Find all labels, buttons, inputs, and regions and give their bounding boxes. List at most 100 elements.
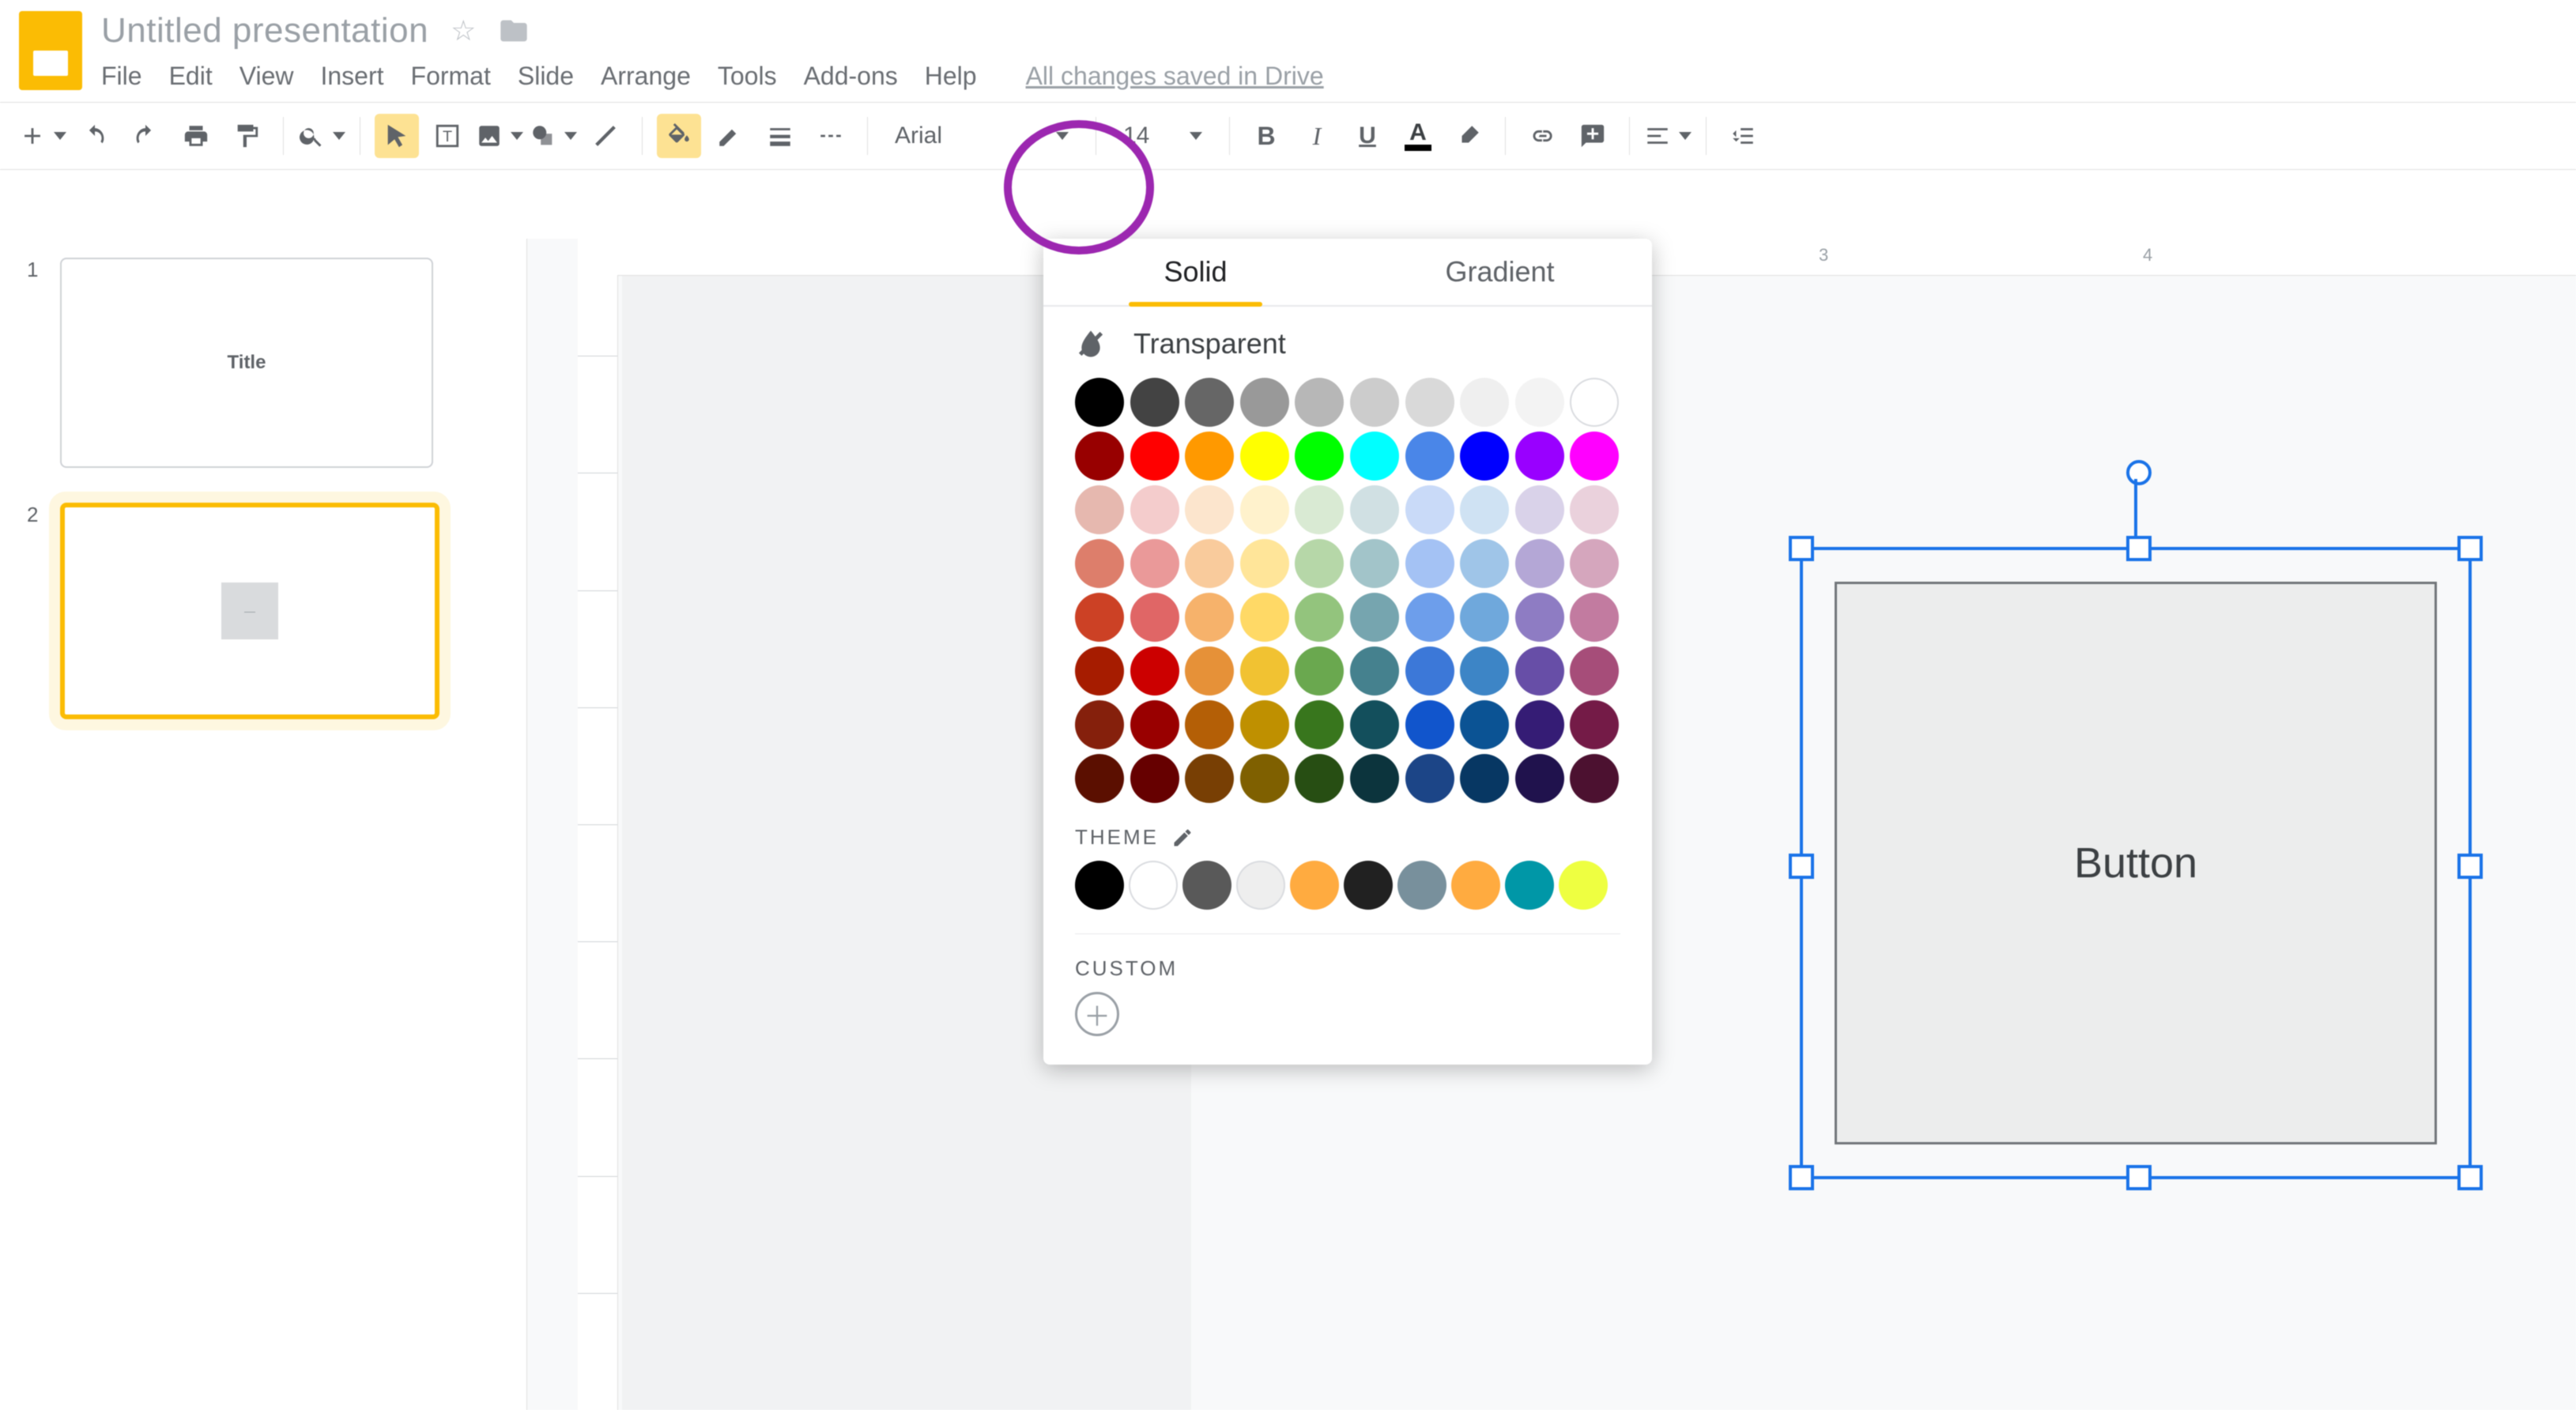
color-swatch[interactable]: [1075, 700, 1124, 749]
color-swatch[interactable]: [1240, 432, 1289, 481]
color-swatch[interactable]: [1350, 539, 1399, 588]
color-swatch[interactable]: [1130, 485, 1179, 534]
resize-handle-br[interactable]: [2457, 1165, 2483, 1190]
color-swatch[interactable]: [1130, 432, 1179, 481]
color-swatch[interactable]: [1075, 539, 1124, 588]
color-swatch[interactable]: [1350, 432, 1399, 481]
color-swatch[interactable]: [1350, 485, 1399, 534]
color-swatch[interactable]: [1350, 378, 1399, 427]
color-swatch[interactable]: [1240, 378, 1289, 427]
rotate-handle[interactable]: [2126, 460, 2152, 485]
color-swatch[interactable]: [1240, 539, 1289, 588]
resize-handle-tr[interactable]: [2457, 536, 2483, 561]
color-swatch[interactable]: [1185, 485, 1234, 534]
textbox-button[interactable]: T: [425, 114, 470, 158]
slides-logo[interactable]: [19, 11, 82, 90]
color-swatch[interactable]: [1075, 754, 1124, 803]
color-swatch[interactable]: [1570, 485, 1619, 534]
color-swatch[interactable]: [1570, 647, 1619, 696]
color-swatch[interactable]: [1295, 378, 1344, 427]
theme-color-swatch[interactable]: [1344, 861, 1393, 910]
color-swatch[interactable]: [1295, 432, 1344, 481]
color-swatch[interactable]: [1405, 647, 1454, 696]
color-swatch[interactable]: [1460, 539, 1509, 588]
color-swatch[interactable]: [1240, 485, 1289, 534]
selected-shape[interactable]: Button: [1800, 547, 2472, 1179]
resize-handle-mr[interactable]: [2457, 854, 2483, 879]
color-swatch[interactable]: [1405, 432, 1454, 481]
new-slide-button[interactable]: [19, 114, 66, 158]
color-swatch[interactable]: [1405, 700, 1454, 749]
color-swatch[interactable]: [1075, 378, 1124, 427]
color-swatch[interactable]: [1515, 593, 1564, 642]
shape-button[interactable]: [530, 114, 577, 158]
align-button[interactable]: [1644, 114, 1692, 158]
theme-color-swatch[interactable]: [1559, 861, 1608, 910]
menu-insert[interactable]: Insert: [320, 62, 383, 91]
resize-handle-bl[interactable]: [1789, 1165, 1814, 1190]
color-swatch[interactable]: [1515, 432, 1564, 481]
undo-button[interactable]: [73, 114, 117, 158]
color-swatch[interactable]: [1130, 647, 1179, 696]
color-swatch[interactable]: [1185, 432, 1234, 481]
pencil-icon[interactable]: [1171, 827, 1194, 849]
color-swatch[interactable]: [1515, 754, 1564, 803]
color-swatch[interactable]: [1295, 754, 1344, 803]
fill-color-button[interactable]: [657, 114, 701, 158]
menu-addons[interactable]: Add-ons: [804, 62, 898, 91]
color-swatch[interactable]: [1185, 593, 1234, 642]
color-swatch[interactable]: [1075, 485, 1124, 534]
color-swatch[interactable]: [1350, 754, 1399, 803]
theme-color-swatch[interactable]: [1129, 861, 1178, 910]
color-swatch[interactable]: [1460, 432, 1509, 481]
resize-handle-bm[interactable]: [2126, 1165, 2152, 1190]
color-swatch[interactable]: [1295, 593, 1344, 642]
resize-handle-tm[interactable]: [2126, 536, 2152, 561]
color-swatch[interactable]: [1075, 647, 1124, 696]
slide-thumbnail-1[interactable]: Title: [60, 258, 433, 468]
menu-arrange[interactable]: Arrange: [601, 62, 691, 91]
theme-color-swatch[interactable]: [1397, 861, 1446, 910]
menu-slide[interactable]: Slide: [518, 62, 574, 91]
color-swatch[interactable]: [1515, 647, 1564, 696]
menu-tools[interactable]: Tools: [718, 62, 777, 91]
theme-color-swatch[interactable]: [1451, 861, 1500, 910]
color-swatch[interactable]: [1515, 485, 1564, 534]
color-swatch[interactable]: [1295, 485, 1344, 534]
insert-link-button[interactable]: [1520, 114, 1564, 158]
color-swatch[interactable]: [1240, 647, 1289, 696]
theme-color-swatch[interactable]: [1505, 861, 1554, 910]
color-swatch[interactable]: [1130, 378, 1179, 427]
highlight-color-button[interactable]: [1446, 114, 1491, 158]
color-swatch[interactable]: [1350, 647, 1399, 696]
color-swatch[interactable]: [1515, 700, 1564, 749]
menu-help[interactable]: Help: [925, 62, 977, 91]
theme-color-swatch[interactable]: [1236, 861, 1285, 910]
color-swatch[interactable]: [1185, 647, 1234, 696]
line-button[interactable]: [583, 114, 628, 158]
color-swatch[interactable]: [1130, 754, 1179, 803]
star-icon[interactable]: ☆: [451, 14, 476, 47]
color-swatch[interactable]: [1405, 754, 1454, 803]
color-swatch[interactable]: [1240, 593, 1289, 642]
color-swatch[interactable]: [1405, 378, 1454, 427]
color-swatch[interactable]: [1075, 432, 1124, 481]
color-swatch[interactable]: [1130, 593, 1179, 642]
color-swatch[interactable]: [1460, 754, 1509, 803]
color-swatch[interactable]: [1130, 539, 1179, 588]
color-swatch[interactable]: [1515, 378, 1564, 427]
theme-color-swatch[interactable]: [1290, 861, 1339, 910]
resize-handle-tl[interactable]: [1789, 536, 1814, 561]
font-family-select[interactable]: Arial: [882, 123, 1081, 149]
bold-button[interactable]: B: [1244, 114, 1288, 158]
color-swatch[interactable]: [1185, 754, 1234, 803]
image-button[interactable]: [476, 114, 523, 158]
color-swatch[interactable]: [1295, 700, 1344, 749]
text-color-button[interactable]: A: [1396, 114, 1440, 158]
border-color-button[interactable]: [707, 114, 752, 158]
color-swatch[interactable]: [1570, 754, 1619, 803]
color-swatch[interactable]: [1460, 593, 1509, 642]
font-size-select[interactable]: 14: [1111, 123, 1215, 149]
menu-file[interactable]: File: [101, 62, 142, 91]
slide-thumbnail-2[interactable]: —: [60, 503, 439, 719]
